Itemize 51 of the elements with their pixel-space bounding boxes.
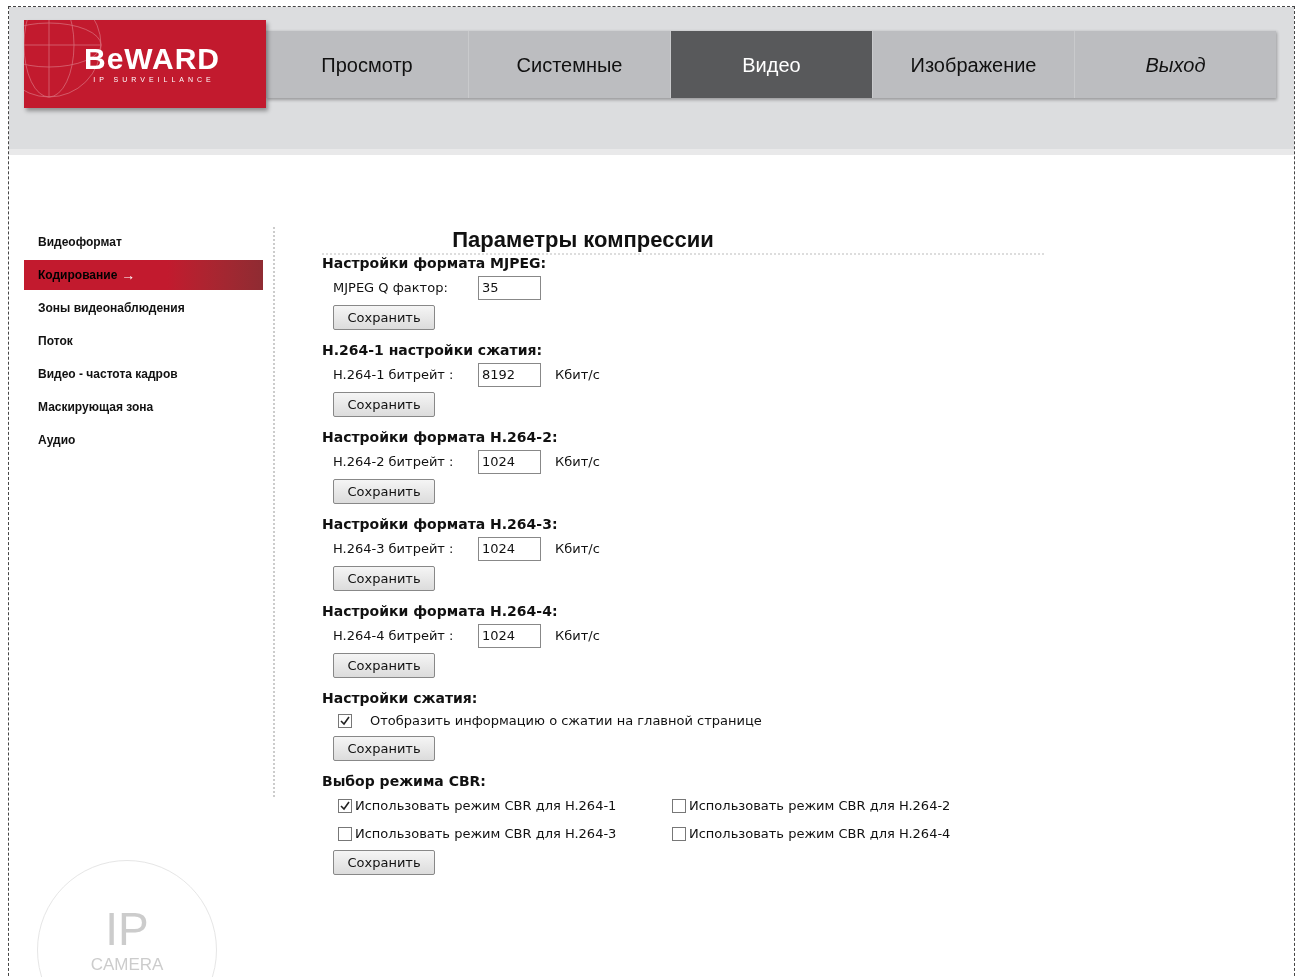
logo-brand: BeWARD (84, 42, 220, 75)
field-label: MJPEG Q фактор: (333, 279, 449, 298)
unit-label: Кбит/с (555, 453, 600, 472)
nav-tab[interactable]: Выход (1074, 31, 1276, 98)
checkbox[interactable] (672, 827, 686, 841)
save-button[interactable]: Сохранить (333, 850, 435, 875)
section-heading: Выбор режима CBR: (322, 772, 487, 791)
field-label: H.264-2 битрейт : (333, 453, 455, 472)
save-button[interactable]: Сохранить (333, 736, 435, 761)
checkbox[interactable] (338, 799, 352, 813)
input-field[interactable]: 1024 (478, 624, 541, 648)
field-label: H.264-4 битрейт : (333, 627, 455, 646)
section-heading: Настройки формата H.264-4: (322, 602, 559, 621)
save-button[interactable]: Сохранить (333, 479, 435, 504)
sidebar-item[interactable]: Зоны видеонаблюдения (24, 293, 263, 323)
field-label: H.264-1 битрейт : (333, 366, 455, 385)
checkbox[interactable] (672, 799, 686, 813)
checkbox[interactable] (338, 827, 352, 841)
section-heading: Настройки формата H.264-3: (322, 515, 559, 534)
sidebar-item[interactable]: Кодирование → (24, 260, 263, 290)
nav-tab[interactable]: Видео (670, 31, 872, 98)
section-heading: Настройки формата MJPEG: (322, 254, 548, 273)
sidebar-item[interactable]: Видео - частота кадров (24, 359, 263, 389)
checkbox-label: Использовать режим CBR для H.264-1 (355, 797, 617, 816)
input-field[interactable]: 8192 (478, 363, 541, 387)
checkbox-label: Использовать режим CBR для H.264-2 (689, 797, 951, 816)
section-heading: H.264-1 настройки сжатия: (322, 341, 544, 360)
checkbox-label: Использовать режим CBR для H.264-3 (355, 825, 617, 844)
checkbox-label: Отобразить информацию о сжатии на главной странице (370, 712, 762, 731)
input-field[interactable]: 35 (478, 276, 541, 300)
nav-tab[interactable]: Просмотр (266, 31, 468, 98)
sidebar-item[interactable]: Видеоформат (24, 227, 263, 257)
section-heading: Настройки формата H.264-2: (322, 428, 559, 447)
sidebar-item[interactable]: Поток (24, 326, 263, 356)
input-field[interactable]: 1024 (478, 450, 541, 474)
save-button[interactable]: Сохранить (333, 566, 435, 591)
sidebar-item[interactable]: Маскирующая зона (24, 392, 263, 422)
field-label: H.264-3 битрейт : (333, 540, 455, 559)
page-title: Параметры компрессии (452, 227, 714, 253)
save-button[interactable]: Сохранить (333, 392, 435, 417)
save-button[interactable]: Сохранить (333, 305, 435, 330)
sidebar-item[interactable]: Аудио (24, 425, 263, 455)
nav-tab[interactable]: Изображение (872, 31, 1074, 98)
checkbox[interactable] (338, 714, 352, 728)
input-field[interactable]: 1024 (478, 537, 541, 561)
section-heading: Настройки сжатия: (322, 689, 479, 708)
unit-label: Кбит/с (555, 627, 600, 646)
unit-label: Кбит/с (555, 366, 600, 385)
save-button[interactable]: Сохранить (333, 653, 435, 678)
checkbox-label: Использовать режим CBR для H.264-4 (689, 825, 951, 844)
unit-label: Кбит/с (555, 540, 600, 559)
